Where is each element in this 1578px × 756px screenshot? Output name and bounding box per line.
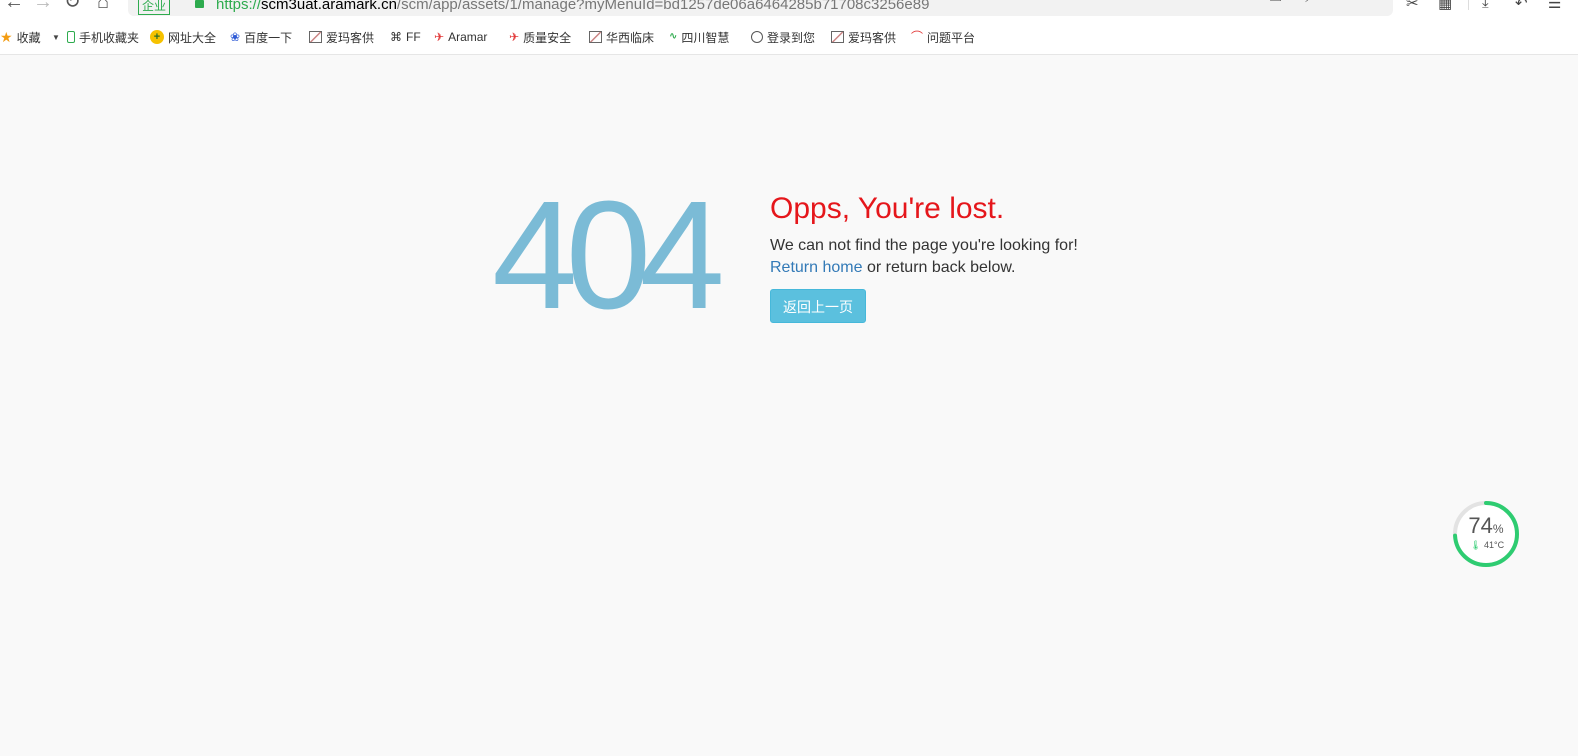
aramark-icon: ✈ bbox=[434, 30, 445, 44]
bookmark-label: 四川智慧 bbox=[681, 30, 730, 45]
star-icon: ★ bbox=[0, 29, 13, 45]
undo-icon[interactable]: ↶ bbox=[1515, 0, 1528, 12]
url-text[interactable]: https://scm3uat.aramark.cn/scm/app/asset… bbox=[216, 0, 929, 13]
bookmark-mobile[interactable]: 手机收藏夹 bbox=[67, 27, 139, 47]
bookmark-favorites[interactable]: ★ 收藏 bbox=[0, 27, 41, 47]
bookmark-huaxi[interactable]: 华西临床 bbox=[589, 27, 654, 47]
browser-toolbar: ← → ↻ ⌂ 企业 https://scm3uat.aramark.cn/sc… bbox=[0, 0, 1578, 55]
bookmark-label: 手机收藏夹 bbox=[79, 30, 140, 45]
key-icon[interactable]: ⚿ bbox=[1270, 0, 1281, 5]
bookmark-label: 爱玛客供 bbox=[326, 30, 375, 45]
temperature: 🌡 41°C bbox=[1470, 540, 1505, 550]
back-button[interactable]: ← bbox=[4, 0, 24, 12]
directory-icon: + bbox=[150, 30, 164, 44]
bookmark-label: Aramar bbox=[448, 30, 488, 44]
phone-icon bbox=[67, 31, 75, 43]
image-icon bbox=[589, 31, 602, 43]
download-icon[interactable]: ⤓ bbox=[1482, 0, 1489, 11]
error-message: We can not find the page you're looking … bbox=[770, 237, 1078, 254]
lightning-icon[interactable]: ⚡ bbox=[1304, 0, 1315, 6]
bookmark-label: 爱玛客供 bbox=[848, 30, 897, 45]
bookmark-issue-platform[interactable]: ⌒ 问题平台 bbox=[911, 27, 975, 47]
caret-down-icon[interactable]: ▼ bbox=[52, 33, 60, 42]
bookmark-directory[interactable]: + 网址大全 bbox=[150, 27, 216, 47]
image-icon bbox=[831, 31, 844, 43]
menu-icon[interactable]: ☰ bbox=[1548, 0, 1561, 12]
bookmark-sichuan[interactable]: ∿ 四川智慧 bbox=[669, 27, 729, 47]
cpu-widget[interactable]: 74% 🌡 41°C bbox=[1452, 500, 1520, 568]
bookmark-aramark-supply-2[interactable]: 爱玛客供 bbox=[831, 27, 896, 47]
go-back-button[interactable]: 返回上一页 bbox=[770, 289, 866, 323]
home-button[interactable]: ⌂ bbox=[97, 0, 109, 12]
bookmark-baidu[interactable]: ❀ 百度一下 bbox=[230, 27, 292, 47]
grid-icon: ⌘ bbox=[390, 30, 402, 44]
bookmark-ff[interactable]: ⌘ FF bbox=[390, 27, 421, 47]
chevron-down-icon[interactable]: ⌄ bbox=[1368, 0, 1381, 2]
toolbar-divider bbox=[1468, 0, 1469, 10]
bookmark-aramark-supply[interactable]: 爱玛客供 bbox=[309, 27, 374, 47]
bookmark-label: 质量安全 bbox=[523, 30, 572, 45]
scissors-icon[interactable]: ✂ bbox=[1406, 0, 1419, 12]
url-scheme: https:// bbox=[216, 0, 262, 13]
platform-icon: ⌒ bbox=[911, 30, 924, 44]
return-suffix: or return back below. bbox=[862, 259, 1016, 276]
enterprise-badge: 企业 bbox=[138, 0, 171, 15]
bookmark-label: 问题平台 bbox=[927, 30, 976, 45]
lock-icon[interactable] bbox=[195, 0, 204, 8]
globe-icon bbox=[751, 31, 763, 43]
usage-percent: 74% bbox=[1468, 513, 1504, 538]
more-icon[interactable]: ··· bbox=[1334, 0, 1349, 3]
aramark-icon: ✈ bbox=[509, 30, 520, 44]
apps-icon[interactable]: ▦ bbox=[1438, 0, 1452, 12]
forward-button[interactable]: → bbox=[33, 0, 53, 12]
bookmark-quality[interactable]: ✈ 质量安全 bbox=[509, 27, 571, 47]
bookmark-label: 登录到您 bbox=[767, 30, 816, 45]
url-path: /scm/app/assets/1/manage?myMenuId=bd1257… bbox=[396, 0, 930, 13]
bookmark-label: 收藏 bbox=[16, 30, 41, 45]
bookmark-login[interactable]: 登录到您 bbox=[751, 27, 815, 47]
bookmark-label: FF bbox=[406, 30, 421, 44]
bookmark-label: 华西临床 bbox=[606, 30, 655, 45]
address-bar[interactable]: 企业 https://scm3uat.aramark.cn/scm/app/as… bbox=[128, 0, 1393, 16]
chart-icon: ∿ bbox=[669, 31, 678, 42]
baidu-icon: ❀ bbox=[230, 30, 241, 44]
bookmark-label: 百度一下 bbox=[244, 30, 293, 45]
bookmark-label: 网址大全 bbox=[168, 30, 217, 45]
thermometer-icon: 🌡 bbox=[1470, 540, 1482, 550]
return-home-link[interactable]: Return home bbox=[770, 259, 863, 276]
return-line: Return home or return back below. bbox=[770, 259, 1015, 277]
error-headline: Opps, You're lost. bbox=[770, 192, 1005, 225]
bookmark-aramark[interactable]: ✈ Aramar bbox=[434, 27, 487, 47]
url-host: scm3uat.aramark.cn bbox=[261, 0, 397, 13]
bookmarks-bar: ★ 收藏 手机收藏夹 + 网址大全 ❀ 百度一下 爱玛客供 ⌘ FF ✈ Aramar ✈… bbox=[0, 27, 1578, 47]
error-code: 404 bbox=[492, 169, 725, 341]
image-icon bbox=[309, 31, 322, 43]
reload-button[interactable]: ↻ bbox=[64, 0, 81, 12]
